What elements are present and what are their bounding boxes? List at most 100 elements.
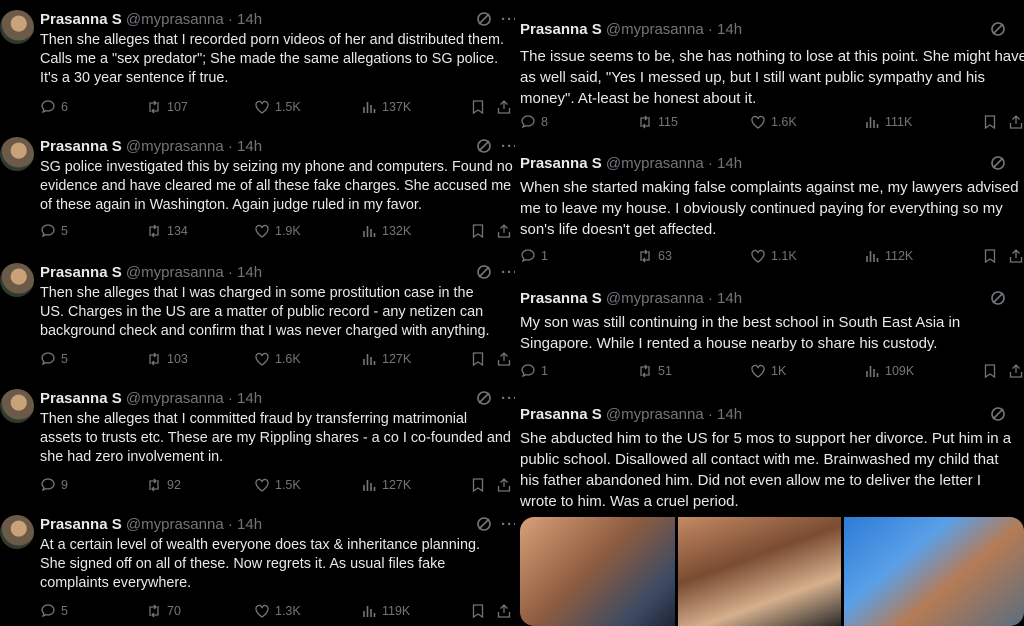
author-handle[interactable]: @myprasanna — [126, 11, 224, 28]
share-button[interactable] — [496, 477, 512, 493]
author-handle[interactable]: @myprasanna — [126, 516, 224, 533]
tweet[interactable]: Prasanna S @myprasanna · 14h When she st… — [515, 144, 1024, 264]
share-button[interactable] — [496, 351, 512, 367]
reply-button[interactable]: 5 — [40, 223, 68, 239]
views-button[interactable]: 127K — [361, 477, 411, 493]
share-button[interactable] — [496, 603, 512, 619]
grok-icon[interactable] — [476, 390, 492, 406]
repost-button[interactable]: 51 — [637, 363, 672, 379]
tweet-time[interactable]: 14h — [717, 406, 742, 423]
reply-button[interactable]: 9 — [40, 477, 68, 493]
views-button[interactable]: 132K — [361, 223, 411, 239]
avatar[interactable] — [0, 137, 34, 171]
tweet-time[interactable]: 14h — [237, 11, 262, 28]
tweet-time[interactable]: 14h — [237, 516, 262, 533]
reply-button[interactable]: 5 — [40, 603, 68, 619]
author-name[interactable]: Prasanna S — [40, 264, 122, 281]
tweet-time[interactable]: 14h — [717, 155, 742, 172]
like-button[interactable]: 1.3K — [254, 603, 301, 619]
views-button[interactable]: 119K — [361, 603, 410, 619]
grok-icon[interactable] — [476, 138, 492, 154]
more-options-icon[interactable]: ··· — [501, 515, 515, 535]
reply-button[interactable]: 8 — [520, 114, 548, 130]
like-button[interactable]: 1.6K — [254, 351, 301, 367]
grok-icon[interactable] — [476, 11, 492, 27]
reply-button[interactable]: 6 — [40, 99, 68, 115]
share-button[interactable] — [496, 223, 512, 239]
grok-icon[interactable] — [990, 290, 1006, 306]
media-photo[interactable] — [844, 517, 1024, 626]
tweet-media-grid[interactable] — [520, 517, 1024, 626]
author-name[interactable]: Prasanna S — [40, 138, 122, 155]
views-button[interactable]: 111K — [864, 114, 912, 130]
repost-button[interactable]: 115 — [637, 114, 678, 130]
more-options-icon[interactable]: ··· — [501, 137, 515, 157]
like-button[interactable]: 1.6K — [750, 114, 797, 130]
more-options-icon[interactable]: ··· — [501, 263, 515, 283]
share-button[interactable] — [1008, 363, 1024, 379]
like-button[interactable]: 1K — [750, 363, 786, 379]
repost-button[interactable]: 70 — [146, 603, 181, 619]
more-options-icon[interactable]: ··· — [501, 389, 515, 409]
author-handle[interactable]: @myprasanna — [606, 155, 704, 172]
bookmark-button[interactable] — [470, 477, 486, 493]
repost-button[interactable]: 63 — [637, 248, 672, 264]
tweet-time[interactable]: 14h — [717, 290, 742, 307]
tweet[interactable]: Prasanna S @myprasanna · 14h My son was … — [515, 279, 1024, 379]
share-button[interactable] — [496, 99, 512, 115]
bookmark-button[interactable] — [470, 351, 486, 367]
tweet[interactable]: Prasanna S @myprasanna · 14h The issue s… — [515, 8, 1024, 130]
tweet[interactable]: Prasanna S @myprasanna · 14h ··· At a ce… — [0, 505, 515, 619]
views-button[interactable]: 137K — [361, 99, 411, 115]
views-button[interactable]: 109K — [864, 363, 914, 379]
grok-icon[interactable] — [476, 264, 492, 280]
grok-icon[interactable] — [476, 516, 492, 532]
bookmark-button[interactable] — [982, 248, 998, 264]
share-button[interactable] — [1008, 248, 1024, 264]
tweet[interactable]: Prasanna S @myprasanna · 14h ··· SG poli… — [0, 127, 515, 239]
bookmark-button[interactable] — [982, 363, 998, 379]
author-handle[interactable]: @myprasanna — [126, 390, 224, 407]
avatar[interactable] — [0, 389, 34, 423]
like-button[interactable]: 1.5K — [254, 99, 301, 115]
grok-icon[interactable] — [990, 21, 1006, 37]
tweet[interactable]: Prasanna S @myprasanna · 14h She abducte… — [515, 395, 1024, 512]
repost-button[interactable]: 92 — [146, 477, 181, 493]
author-name[interactable]: Prasanna S — [40, 390, 122, 407]
bookmark-button[interactable] — [470, 223, 486, 239]
repost-button[interactable]: 107 — [146, 99, 188, 115]
bookmark-button[interactable] — [470, 603, 486, 619]
author-handle[interactable]: @myprasanna — [606, 406, 704, 423]
share-button[interactable] — [1008, 114, 1024, 130]
repost-button[interactable]: 103 — [146, 351, 188, 367]
author-name[interactable]: Prasanna S — [520, 290, 602, 307]
author-name[interactable]: Prasanna S — [40, 516, 122, 533]
tweet[interactable]: Prasanna S @myprasanna · 14h ··· Then sh… — [0, 379, 515, 493]
tweet-time[interactable]: 14h — [717, 21, 742, 38]
media-photo[interactable] — [678, 517, 841, 626]
author-name[interactable]: Prasanna S — [520, 406, 602, 423]
bookmark-button[interactable] — [982, 114, 998, 130]
reply-button[interactable]: 1 — [520, 248, 548, 264]
reply-button[interactable]: 5 — [40, 351, 68, 367]
repost-button[interactable]: 134 — [146, 223, 188, 239]
author-handle[interactable]: @myprasanna — [606, 290, 704, 307]
author-name[interactable]: Prasanna S — [40, 11, 122, 28]
like-button[interactable]: 1.9K — [254, 223, 301, 239]
bookmark-button[interactable] — [470, 99, 486, 115]
author-handle[interactable]: @myprasanna — [126, 138, 224, 155]
tweet-time[interactable]: 14h — [237, 138, 262, 155]
more-options-icon[interactable]: ··· — [501, 10, 515, 30]
tweet[interactable]: Prasanna S @myprasanna · 14h ··· Then sh… — [0, 0, 515, 115]
tweet-time[interactable]: 14h — [237, 390, 262, 407]
media-photo[interactable] — [520, 517, 675, 626]
author-handle[interactable]: @myprasanna — [126, 264, 224, 281]
views-button[interactable]: 127K — [361, 351, 411, 367]
reply-button[interactable]: 1 — [520, 363, 548, 379]
like-button[interactable]: 1.1K — [750, 248, 797, 264]
avatar[interactable] — [0, 263, 34, 297]
views-button[interactable]: 112K — [864, 248, 913, 264]
author-name[interactable]: Prasanna S — [520, 21, 602, 38]
avatar[interactable] — [0, 515, 34, 549]
tweet-time[interactable]: 14h — [237, 264, 262, 281]
